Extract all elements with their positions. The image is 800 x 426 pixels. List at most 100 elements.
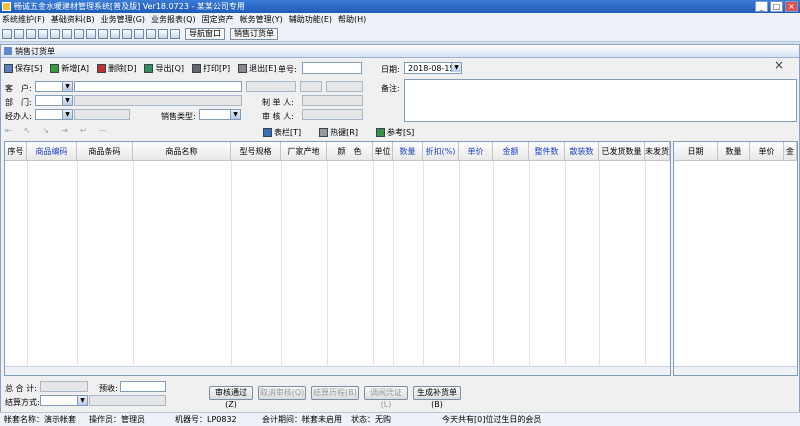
customer-extra-field <box>300 81 322 92</box>
first-row-icon[interactable]: ⇤ <box>5 126 12 135</box>
status-birthday: 今天共有[0]位过生日的会员 <box>442 415 542 424</box>
col-header[interactable]: 折扣(%) <box>423 142 459 161</box>
col-header[interactable]: 金额 <box>493 142 529 161</box>
menu-bar: 系统维护(F) 基础资料(B) 业务管理(G) 业务报表(Q) 固定资产 帐务管… <box>0 13 800 26</box>
side-col-header[interactable]: 日期 <box>674 142 718 161</box>
col-header[interactable]: 型号规格 <box>231 142 281 161</box>
settle-history-button[interactable]: 结算历程(B) <box>311 386 359 400</box>
remark-textarea[interactable] <box>404 79 797 122</box>
col-header[interactable]: 已发货数量 <box>599 142 645 161</box>
next-row-icon[interactable]: ↘ <box>42 126 49 135</box>
date-label: 日期: <box>381 65 400 74</box>
horizontal-scrollbar[interactable] <box>5 366 670 375</box>
delete-button[interactable]: 删除[D] <box>97 63 136 74</box>
toolbar-icon-11[interactable] <box>122 28 132 39</box>
col-header[interactable]: 整件数 <box>529 142 565 161</box>
dept-select[interactable]: ▼ <box>35 95 73 106</box>
prev-row-icon[interactable]: ↖ <box>24 126 31 135</box>
col-header[interactable]: 厂家产地 <box>281 142 327 161</box>
export-icon <box>144 63 154 73</box>
date-picker[interactable]: 2018-08-15 ▼ <box>404 62 462 74</box>
menu-fixed-assets[interactable]: 固定资产 <box>202 14 234 25</box>
toolbar-icon-9[interactable] <box>98 28 108 39</box>
toolbar-icon-1[interactable] <box>2 28 12 39</box>
items-grid[interactable]: 序号 商品编码 商品条码 商品名称 型号规格 厂家产地 颜 色 单位 数量 折扣… <box>4 141 671 376</box>
row-nav: ⇤ ↖ ↘ ⇥ ↩ — <box>5 126 107 135</box>
sale-type-select[interactable]: ▼ <box>199 109 241 120</box>
col-header[interactable]: 未发货 <box>645 142 670 161</box>
customer-code-select[interactable]: ▼ <box>35 81 73 92</box>
calendar-dropdown-icon[interactable]: ▼ <box>451 63 461 72</box>
menu-accounts[interactable]: 帐务管理(Y) <box>240 14 283 25</box>
col-header[interactable]: 序号 <box>5 142 27 161</box>
toolbar-icon-12[interactable] <box>134 28 144 39</box>
exit-button[interactable]: 退出[E] <box>238 63 276 74</box>
remove-row-icon[interactable]: — <box>99 126 107 135</box>
col-header[interactable]: 散装数 <box>565 142 599 161</box>
side-col-header[interactable]: 单价 <box>750 142 784 161</box>
menu-aux[interactable]: 辅助功能(E) <box>289 14 332 25</box>
col-header[interactable]: 商品编码 <box>27 142 77 161</box>
toolbar-icon-2[interactable] <box>14 28 24 39</box>
nav-window-button[interactable]: 导航窗口 <box>185 27 225 40</box>
toolbar-icon-13[interactable] <box>146 28 156 39</box>
close-button[interactable]: × <box>785 1 798 12</box>
print-button[interactable]: 打印[P] <box>192 63 230 74</box>
col-header[interactable]: 商品条码 <box>77 142 133 161</box>
agent-select[interactable]: ▼ <box>35 109 73 120</box>
history-grid[interactable]: 日期 数量 单价 金 <box>673 141 798 376</box>
toolbar-icon-6[interactable] <box>62 28 72 39</box>
form-toolbar: 保存[S] 新增[A] 删除[D] 导出[Q] 打印[P] 退出[E] <box>1 60 799 76</box>
col-divider <box>529 161 530 366</box>
toolbar-icon-7[interactable] <box>74 28 84 39</box>
last-row-icon[interactable]: ⇥ <box>61 126 68 135</box>
menu-system[interactable]: 系统维护(F) <box>2 14 45 25</box>
col-header[interactable]: 数量 <box>393 142 423 161</box>
minimize-button[interactable]: _ <box>755 1 768 12</box>
tab-sales-order[interactable]: 销售订货单 <box>230 27 278 40</box>
reference-button[interactable]: 参考[S] <box>375 127 415 138</box>
menu-basic-data[interactable]: 基础资料(B) <box>51 14 95 25</box>
doc-no-input[interactable] <box>302 62 362 74</box>
prepay-input[interactable] <box>120 381 166 392</box>
agent-name-field <box>74 109 130 120</box>
toolbar-icon-3[interactable] <box>26 28 36 39</box>
status-period: 会计期间：帐套未启用 <box>262 415 342 424</box>
add-button[interactable]: 新增[A] <box>50 63 89 74</box>
toolbar-icon-5[interactable] <box>50 28 60 39</box>
hotkey-button[interactable]: 热键[R] <box>319 127 358 138</box>
export-button[interactable]: 导出[Q] <box>144 63 184 74</box>
side-col-header[interactable]: 金 <box>784 142 797 161</box>
toolbar-icon-4[interactable] <box>38 28 48 39</box>
adjust-voucher-button[interactable]: 调阅凭证(L) <box>364 386 408 409</box>
save-button[interactable]: 保存[S] <box>4 63 42 74</box>
col-header[interactable]: 单位 <box>373 142 393 161</box>
table-columns-label: 表栏[T] <box>274 128 302 137</box>
horizontal-scrollbar[interactable] <box>674 366 797 375</box>
maximize-button[interactable]: □ <box>770 1 783 12</box>
save-icon <box>4 63 13 73</box>
col-divider <box>599 161 600 366</box>
reviewer-label: 审 核 人: <box>262 112 294 121</box>
col-header[interactable]: 单价 <box>459 142 493 161</box>
gen-restock-button[interactable]: 生成补货单(B) <box>413 386 461 409</box>
col-header[interactable]: 商品名称 <box>133 142 231 161</box>
col-header[interactable]: 颜 色 <box>327 142 373 161</box>
approve-button[interactable]: 审核通过(Z) <box>209 386 253 409</box>
side-col-header[interactable]: 数量 <box>718 142 750 161</box>
toolbar-icon-15[interactable] <box>170 28 180 39</box>
table-columns-button[interactable]: 表栏[T] <box>263 127 301 138</box>
toolbar-icon-14[interactable] <box>158 28 168 39</box>
customer-name-input[interactable] <box>74 81 242 92</box>
plus-icon <box>50 63 60 73</box>
menu-reports[interactable]: 业务报表(Q) <box>151 14 196 25</box>
settle-method-select[interactable]: ▼ <box>40 395 88 406</box>
menu-business[interactable]: 业务管理(G) <box>101 14 145 25</box>
menu-help[interactable]: 帮助(H) <box>338 14 366 25</box>
cancel-approve-button[interactable]: 取消审核(Q) <box>258 386 306 400</box>
insert-row-icon[interactable]: ↩ <box>80 126 87 135</box>
toolbar-icon-8[interactable] <box>86 28 96 39</box>
reference-label: 参考[S] <box>386 128 415 137</box>
status-bar: 帐套名称：演示帐套 操作员：管理员 机器号：LP0832 会计期间：帐套未启用 … <box>0 412 800 426</box>
toolbar-icon-10[interactable] <box>110 28 120 39</box>
